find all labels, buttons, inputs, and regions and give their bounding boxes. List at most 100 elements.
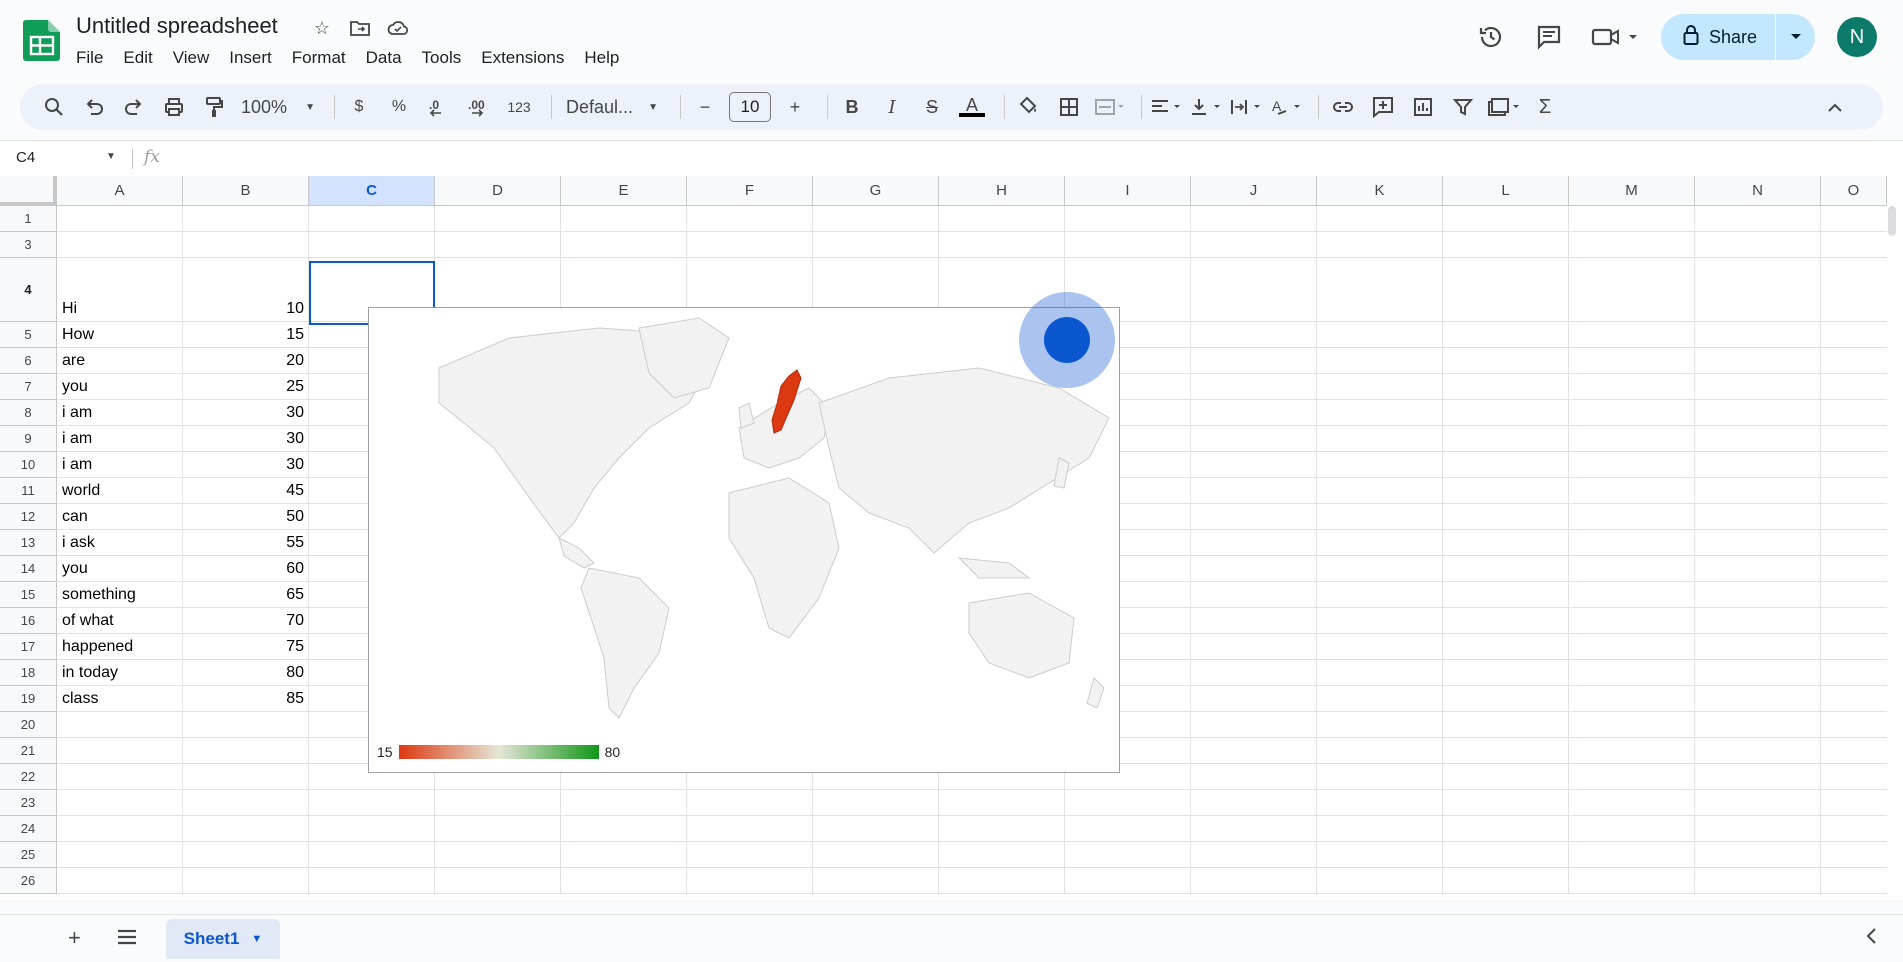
cell-b26[interactable] <box>186 869 304 893</box>
vertical-scrollbar-thumb[interactable] <box>1888 206 1896 236</box>
borders-icon[interactable] <box>1053 91 1085 123</box>
percent-format-button[interactable]: % <box>383 91 415 123</box>
row-header-4[interactable]: 4 <box>0 258 57 322</box>
column-header-m[interactable]: M <box>1569 176 1695 206</box>
menu-tools[interactable]: Tools <box>412 46 472 70</box>
cell-a6[interactable]: are <box>62 349 180 373</box>
cell-a5[interactable]: How <box>62 323 180 347</box>
explore-toggle-icon[interactable] <box>1865 927 1877 950</box>
geo-chart[interactable]: 15 80 <box>368 292 1120 773</box>
cell-b6[interactable]: 20 <box>186 349 304 373</box>
row-header-13[interactable]: 13 <box>0 530 57 556</box>
redo-icon[interactable] <box>118 91 150 123</box>
cell-b21[interactable] <box>186 739 304 763</box>
column-header-j[interactable]: J <box>1191 176 1317 206</box>
insert-comment-icon[interactable] <box>1367 91 1399 123</box>
font-family-select[interactable]: Defaul... ▼ <box>560 91 664 123</box>
cell-b13[interactable]: 55 <box>186 531 304 555</box>
cell-b11[interactable]: 45 <box>186 479 304 503</box>
cell-b24[interactable] <box>186 817 304 841</box>
avatar[interactable]: N <box>1837 17 1877 57</box>
cell-a4[interactable]: Hi <box>62 297 180 321</box>
share-dropdown-button[interactable] <box>1775 14 1815 60</box>
column-header-b[interactable]: B <box>183 176 309 206</box>
sheets-logo-icon[interactable] <box>22 18 62 62</box>
share-button[interactable]: Share <box>1660 14 1815 60</box>
cell-a11[interactable]: world <box>62 479 180 503</box>
cell-b3[interactable] <box>186 233 304 257</box>
more-formats-button[interactable]: 123 <box>503 91 535 123</box>
column-header-h[interactable]: H <box>939 176 1065 206</box>
column-header-n[interactable]: N <box>1695 176 1821 206</box>
row-header-15[interactable]: 15 <box>0 582 57 608</box>
column-header-d[interactable]: D <box>435 176 561 206</box>
strikethrough-button[interactable]: S <box>916 91 948 123</box>
row-header-20[interactable]: 20 <box>0 712 57 738</box>
column-header-o[interactable]: O <box>1821 176 1887 206</box>
cell-a18[interactable]: in today <box>62 661 180 685</box>
cell-a25[interactable] <box>62 843 180 867</box>
cell-b12[interactable]: 50 <box>186 505 304 529</box>
move-folder-icon[interactable] <box>348 16 372 40</box>
cell-b8[interactable]: 30 <box>186 401 304 425</box>
row-header-7[interactable]: 7 <box>0 374 57 400</box>
row-header-1[interactable]: 1 <box>0 206 57 232</box>
menu-file[interactable]: File <box>66 46 113 70</box>
column-header-i[interactable]: I <box>1065 176 1191 206</box>
functions-icon[interactable]: Σ <box>1529 91 1561 123</box>
cell-a7[interactable]: you <box>62 375 180 399</box>
menu-help[interactable]: Help <box>574 46 629 70</box>
decrease-decimal-button[interactable]: .0 <box>423 91 455 123</box>
menu-insert[interactable]: Insert <box>219 46 282 70</box>
cell-a24[interactable] <box>62 817 180 841</box>
undo-icon[interactable] <box>78 91 110 123</box>
row-header-10[interactable]: 10 <box>0 452 57 478</box>
filter-icon[interactable] <box>1447 91 1479 123</box>
row-header-16[interactable]: 16 <box>0 608 57 634</box>
row-header-19[interactable]: 19 <box>0 686 57 712</box>
name-box[interactable]: C4 <box>16 149 35 166</box>
horizontal-align-icon[interactable] <box>1150 91 1182 123</box>
menu-format[interactable]: Format <box>282 46 356 70</box>
decrease-font-size-button[interactable]: − <box>689 91 721 123</box>
collapse-toolbar-icon[interactable] <box>1819 92 1851 124</box>
filter-views-icon[interactable] <box>1487 91 1521 123</box>
meet-icon[interactable] <box>1587 17 1643 57</box>
vertical-scrollbar[interactable] <box>1887 206 1897 886</box>
comments-icon[interactable] <box>1529 17 1569 57</box>
paint-format-icon[interactable] <box>198 91 230 123</box>
row-header-25[interactable]: 25 <box>0 842 57 868</box>
cell-a10[interactable]: i am <box>62 453 180 477</box>
fill-color-icon[interactable] <box>1013 91 1045 123</box>
document-title[interactable]: Untitled spreadsheet <box>76 13 278 39</box>
search-icon[interactable] <box>38 91 70 123</box>
spreadsheet-grid[interactable]: ABCDEFGHIJKLMNO 1 3 4 5 6 7 8 9 10 11 12 13 14 15 16 17… <box>0 176 1903 900</box>
cell-a8[interactable]: i am <box>62 401 180 425</box>
cell-a22[interactable] <box>62 765 180 789</box>
row-header-26[interactable]: 26 <box>0 868 57 894</box>
row-header-24[interactable]: 24 <box>0 816 57 842</box>
row-header-11[interactable]: 11 <box>0 478 57 504</box>
cell-a1[interactable] <box>62 207 180 231</box>
zoom-select[interactable]: 100% ▼ <box>238 91 318 123</box>
sheet-tab-sheet1[interactable]: Sheet1 ▼ <box>166 919 280 959</box>
vertical-align-icon[interactable] <box>1190 91 1222 123</box>
menu-view[interactable]: View <box>163 46 220 70</box>
cell-a20[interactable] <box>62 713 180 737</box>
share-main-button[interactable]: Share <box>1661 14 1775 60</box>
chevron-down-icon[interactable]: ▼ <box>251 933 262 945</box>
row-header-6[interactable]: 6 <box>0 348 57 374</box>
column-header-c[interactable]: C <box>309 176 435 206</box>
row-header-18[interactable]: 18 <box>0 660 57 686</box>
cell-a16[interactable]: of what <box>62 609 180 633</box>
column-header-g[interactable]: G <box>813 176 939 206</box>
column-header-k[interactable]: K <box>1317 176 1443 206</box>
cell-b17[interactable]: 75 <box>186 635 304 659</box>
cell-b14[interactable]: 60 <box>186 557 304 581</box>
cell-a3[interactable] <box>62 233 180 257</box>
font-size-input[interactable]: 10 <box>729 92 771 122</box>
bold-button[interactable]: B <box>836 91 868 123</box>
cell-b9[interactable]: 30 <box>186 427 304 451</box>
italic-button[interactable]: I <box>876 91 908 123</box>
menu-extensions[interactable]: Extensions <box>471 46 574 70</box>
